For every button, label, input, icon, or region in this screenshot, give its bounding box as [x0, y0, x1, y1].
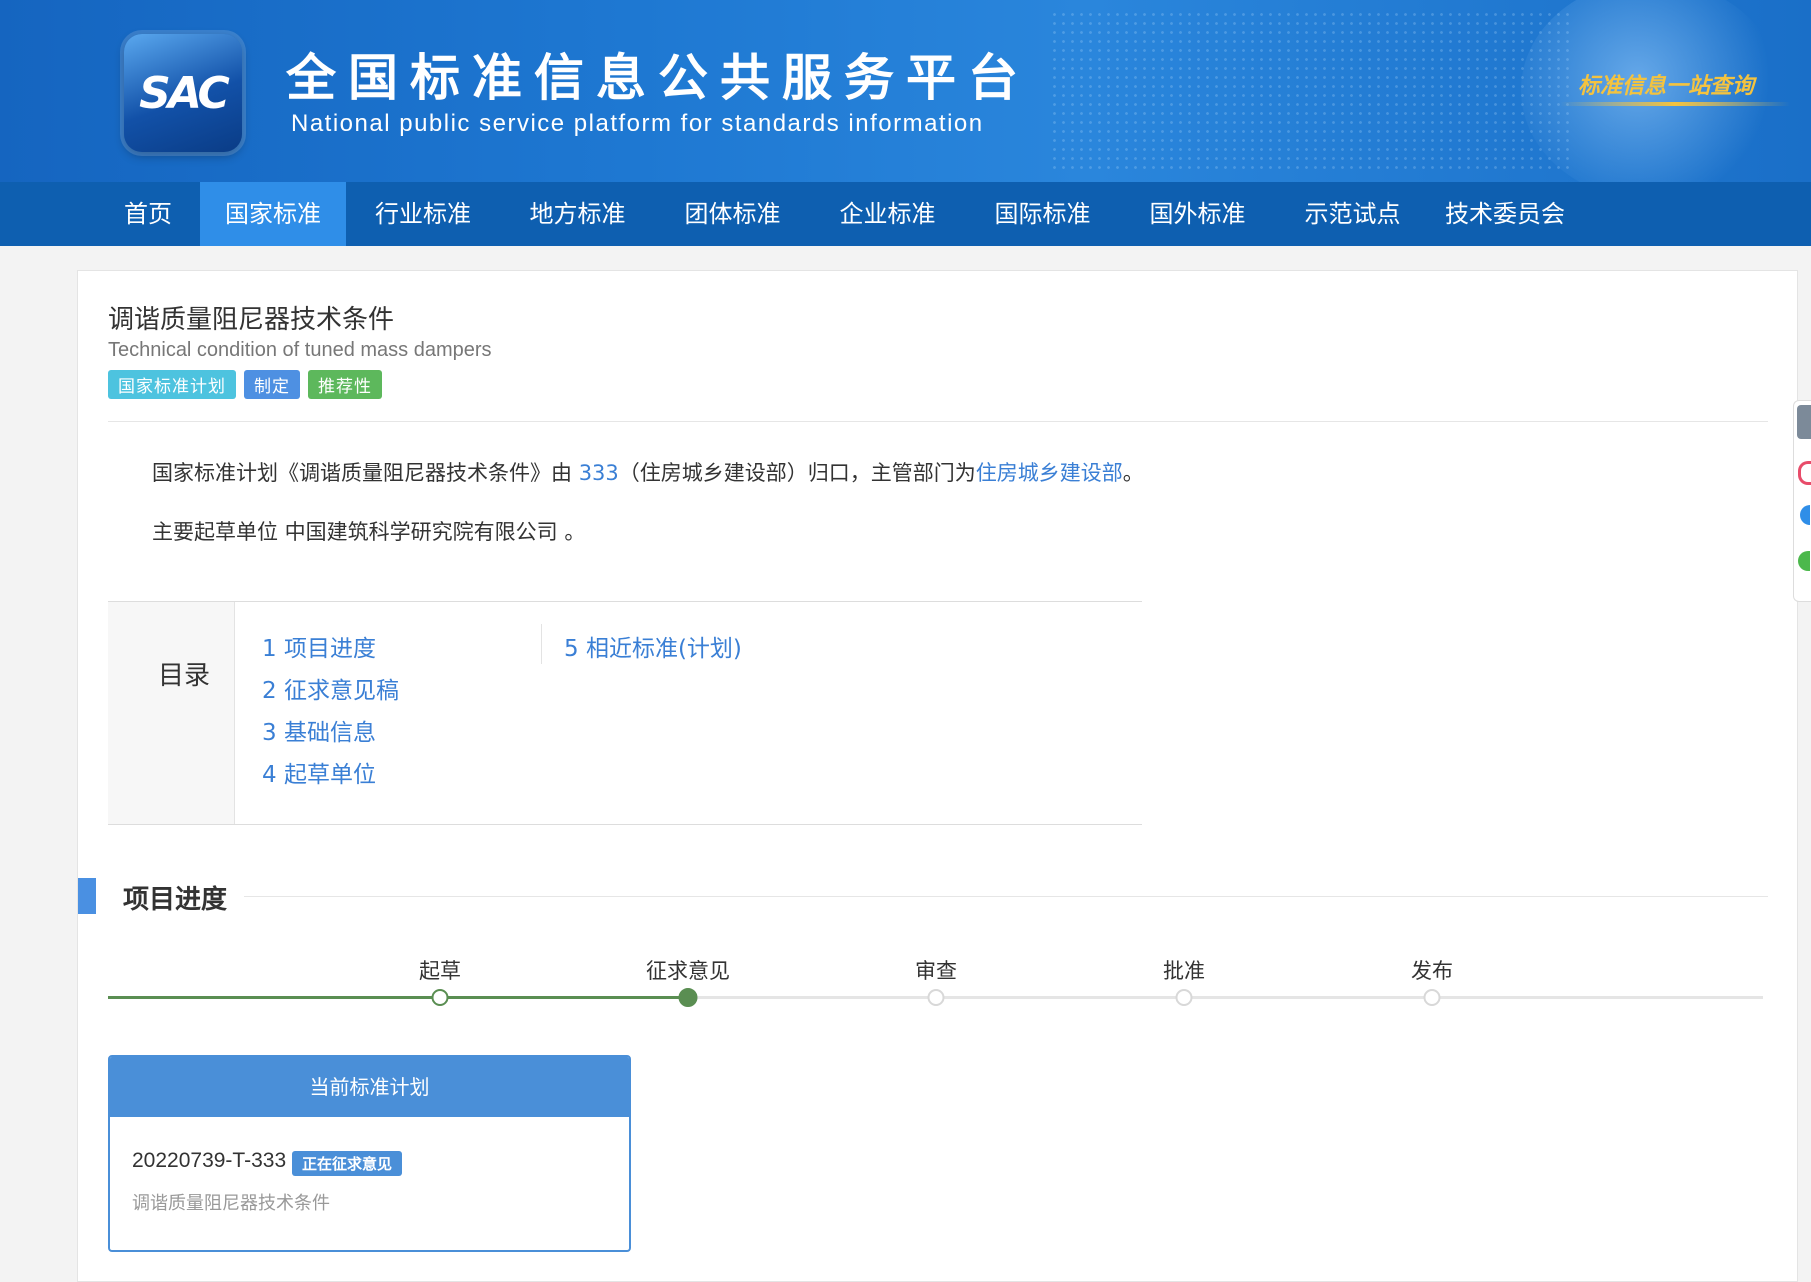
step-dot-comments [678, 988, 698, 1007]
standard-title-en: Technical condition of tuned mass damper… [108, 339, 492, 361]
department-link[interactable]: 住房城乡建设部 [976, 461, 1123, 485]
nav-item-national-standards[interactable]: 国家标准 [200, 182, 346, 246]
main-nav: 首页 国家标准 行业标准 地方标准 团体标准 企业标准 国际标准 国外标准 示范… [0, 182, 1811, 246]
header-banner: SAC 全国标准信息公共服务平台 National public service… [0, 0, 1811, 182]
nav-item-international-standards[interactable]: 国际标准 [965, 182, 1120, 246]
standard-detail-card: 调谐质量阻尼器技术条件 Technical condition of tuned… [77, 270, 1798, 1282]
toolbar-top-icon[interactable] [1797, 405, 1811, 439]
tag-recommended: 推荐性 [308, 370, 382, 399]
slogan: 标准信息一站查询 [1578, 73, 1755, 99]
plan-status-badge: 正在征求意见 [292, 1151, 403, 1176]
toc-label: 目录 [158, 661, 211, 691]
world-map-decoration [1050, 10, 1570, 170]
section-accent-bar [78, 878, 96, 914]
desc-prefix: 国家标准计划《调谐质量阻尼器技术条件》由 [152, 461, 579, 485]
plan-name: 调谐质量阻尼器技术条件 [132, 1193, 330, 1214]
nav-item-technical-committees[interactable]: 技术委员会 [1430, 182, 1580, 246]
nav-item-local-standards[interactable]: 地方标准 [500, 182, 655, 246]
nav-item-home[interactable]: 首页 [96, 182, 200, 246]
section-title-progress: 项目进度 [123, 885, 228, 915]
current-plan-box[interactable]: 当前标准计划 20220739-T-333 正在征求意见 调谐质量阻尼器技术条件 [108, 1055, 631, 1252]
step-label-comments: 征求意见 [646, 959, 730, 983]
standard-title-cn: 调谐质量阻尼器技术条件 [108, 305, 395, 335]
step-dot-approve [1175, 989, 1193, 1006]
table-of-contents: 目录 1 项目进度 2 征求意见稿 3 基础信息 4 起草单位 5 相近标准(计… [108, 601, 1142, 825]
plan-code[interactable]: 20220739-T-333 [132, 1149, 286, 1173]
title-divider [108, 421, 1768, 422]
floating-toolbar [1793, 400, 1811, 602]
progress-completed-track [108, 996, 688, 999]
toc-item-progress[interactable]: 1 项目进度 [262, 629, 376, 663]
step-label-publish: 发布 [1411, 959, 1453, 983]
desc-middle: （住房城乡建设部）归口，主管部门为 [618, 461, 976, 485]
section-divider [244, 896, 1768, 897]
site-subtitle: National public service platform for sta… [291, 110, 984, 137]
logo-text: SAC [139, 67, 230, 119]
nav-item-industry-standards[interactable]: 行业标准 [346, 182, 500, 246]
wechat-icon[interactable] [1798, 551, 1810, 571]
desc-suffix: 。 [1122, 461, 1144, 485]
step-dot-review [927, 989, 945, 1006]
site-title: 全国标准信息公共服务平台 [286, 49, 1030, 107]
sac-logo[interactable]: SAC [124, 34, 242, 152]
toc-item-draft-for-comments[interactable]: 2 征求意见稿 [262, 671, 399, 705]
description-line-1: 国家标准计划《调谐质量阻尼器技术条件》由 333（住房城乡建设部）归口，主管部门… [152, 457, 1144, 487]
qq-icon[interactable] [1800, 505, 1810, 525]
toc-items: 1 项目进度 2 征求意见稿 3 基础信息 4 起草单位 5 相近标准(计划) [235, 602, 1142, 824]
toc-item-similar-standards[interactable]: 5 相近标准(计划) [564, 629, 742, 663]
toc-item-drafting-units[interactable]: 4 起草单位 [262, 755, 376, 789]
weibo-icon[interactable] [1798, 461, 1811, 485]
plan-header: 当前标准计划 [110, 1057, 629, 1117]
tag-formulate: 制定 [244, 370, 300, 399]
standard-tags: 国家标准计划 制定 推荐性 [108, 370, 382, 399]
description-line-2: 主要起草单位 中国建筑科学研究院有限公司 。 [152, 520, 586, 544]
nav-item-demo-pilots[interactable]: 示范试点 [1275, 182, 1430, 246]
step-dot-publish [1423, 989, 1441, 1006]
step-label-review: 审查 [915, 959, 957, 983]
nav-item-enterprise-standards[interactable]: 企业标准 [810, 182, 965, 246]
step-label-approve: 批准 [1163, 959, 1205, 983]
toc-label-cell: 目录 [108, 602, 235, 824]
nav-item-foreign-standards[interactable]: 国外标准 [1120, 182, 1275, 246]
nav-item-group-standards[interactable]: 团体标准 [655, 182, 810, 246]
toc-item-basic-info[interactable]: 3 基础信息 [262, 713, 376, 747]
tag-national-plan: 国家标准计划 [108, 370, 236, 399]
slogan-underline [1560, 102, 1790, 106]
toc-column-separator [541, 624, 542, 664]
step-dot-draft [431, 989, 449, 1006]
committee-link[interactable]: 333 [579, 461, 619, 485]
step-label-draft: 起草 [419, 959, 461, 983]
